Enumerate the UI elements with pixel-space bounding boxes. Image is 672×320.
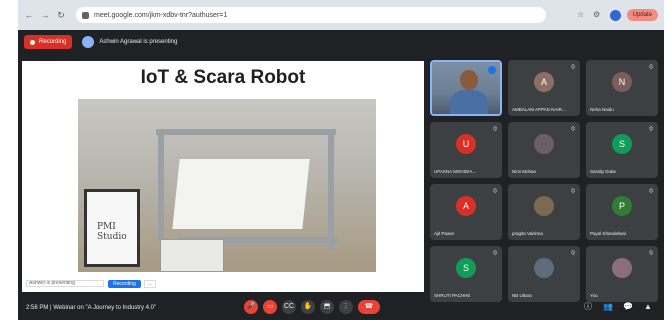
participant-tile[interactable]: A ⦸ AMBALAM APPAN NAIR... [508, 60, 580, 116]
present-now-icon[interactable]: ⬒ [320, 300, 334, 314]
more-options-icon[interactable]: ⋮ [339, 300, 353, 314]
mic-toggle-icon[interactable]: 🎤 [244, 300, 258, 314]
participant-tile[interactable]: U ⦸ UPASNA MOHIDIA... [430, 122, 502, 178]
meet-bottom-bar: 2:58 PM | Webinar on "A Journey to Indus… [18, 296, 664, 320]
participant-tile[interactable]: ⦸ Nimi Mohan [508, 122, 580, 178]
browser-toolbar: ← → ↻ meet.google.com/jkm-xdbv-tnr?authu… [18, 0, 664, 30]
mic-off-icon: ⦸ [571, 64, 575, 70]
participant-tile[interactable]: S ⦸ SHRUTI PACHHE [430, 246, 502, 302]
avatar: S [612, 134, 632, 154]
chat-icon[interactable]: 💬 [622, 301, 634, 313]
forward-icon[interactable]: → [40, 10, 50, 20]
recording-label: Recording [39, 39, 67, 45]
call-controls: 🎤 ▭ CC ✋ ⬒ ⋮ ☎ [244, 300, 385, 314]
controller-box [160, 239, 224, 272]
robot-frame [328, 131, 334, 251]
mic-off-icon: ⦸ [571, 188, 575, 194]
meet-topbar: Recording Ashwin Agrawal is presenting [18, 30, 664, 54]
participant-name: pragita Vaishna [512, 231, 543, 236]
mic-off-icon: ⦸ [493, 250, 497, 256]
avatar: P [612, 196, 632, 216]
present-screen-icon [82, 36, 95, 48]
mic-off-icon: ⦸ [493, 188, 497, 194]
avatar: U [456, 134, 476, 154]
more-options-button[interactable]: ... [143, 279, 156, 288]
url-text: meet.google.com/jkm-xdbv-tnr?authuser=1 [94, 11, 228, 19]
avatar [534, 258, 554, 278]
participant-tile[interactable]: P ⦸ Payal Khandelwal [586, 184, 658, 240]
participant-name: Nimi Mohan [512, 169, 537, 174]
address-bar[interactable]: meet.google.com/jkm-xdbv-tnr?authuser=1 [76, 7, 546, 23]
avatar [612, 258, 632, 278]
meet-window: ← → ↻ meet.google.com/jkm-xdbv-tnr?authu… [18, 0, 664, 320]
presentation-screen: IoT & Scara Robot PMI Studio Ashwin is p… [22, 61, 424, 292]
slide-title: IoT & Scara Robot [140, 67, 306, 88]
host-head [460, 70, 478, 90]
people-icon[interactable]: 👥 [602, 301, 614, 313]
mic-off-icon: ⦸ [571, 126, 575, 132]
mic-off-icon: ⦸ [649, 64, 653, 70]
browser-actions: ☆ ⚙ Update [570, 9, 658, 21]
side-controls: ⓘ 👥 💬 ▲ [574, 301, 654, 313]
avatar: N [612, 72, 632, 92]
mic-off-icon: ⦸ [649, 188, 653, 194]
recording-button[interactable]: Recording [108, 279, 141, 288]
mic-off-icon: ⦸ [493, 126, 497, 132]
participant-name: Sandip Dube [590, 169, 617, 174]
extensions-icon[interactable]: ⚙ [592, 10, 602, 20]
avatar [534, 134, 554, 154]
mic-off-icon: ⦸ [649, 126, 653, 132]
speaking-icon [488, 66, 496, 74]
participant-tile[interactable]: ⦸ pragita Vaishna [508, 184, 580, 240]
participant-tile[interactable]: ⦸ NB Uttara [508, 246, 580, 302]
poster-text: PMI Studio [97, 222, 127, 242]
captions-icon[interactable]: CC [282, 300, 296, 314]
avatar [534, 196, 554, 216]
reload-icon[interactable]: ↻ [56, 10, 66, 20]
back-icon[interactable]: ← [24, 10, 34, 20]
star-icon[interactable]: ☆ [576, 10, 586, 20]
participant-tile-host[interactable] [430, 60, 502, 116]
meeting-info: 2:58 PM | Webinar on "A Journey to Indus… [26, 305, 157, 311]
camera-toggle-icon[interactable]: ▭ [263, 300, 277, 314]
end-call-icon[interactable]: ☎ [358, 300, 380, 314]
participant-tile[interactable]: A ⦸ Ajit Pawar [430, 184, 502, 240]
participant-tile[interactable]: N ⦸ Neha Naidu [586, 60, 658, 116]
mic-off-icon: ⦸ [571, 250, 575, 256]
host-body [450, 90, 488, 114]
update-button[interactable]: Update [626, 9, 658, 21]
raise-hand-icon[interactable]: ✋ [301, 300, 315, 314]
participant-name: Ajit Pawar [434, 231, 455, 236]
participant-tile-self[interactable]: ⦸ You [586, 246, 658, 302]
robot-photo: PMI Studio [78, 99, 376, 272]
robot-frame [158, 131, 164, 241]
robot-workbed [172, 159, 310, 229]
info-icon[interactable]: ⓘ [582, 301, 594, 313]
presentation-controls: Ashwin is presenting Recording ... [26, 279, 156, 288]
avatar: S [456, 258, 476, 278]
presenting-indicator: Ashwin Agrawal is presenting [82, 36, 177, 48]
recording-dot-icon [30, 39, 35, 45]
presentation-caption: Ashwin is presenting [26, 280, 104, 287]
recording-badge: Recording [24, 35, 73, 49]
participant-name: Neha Naidu [590, 107, 614, 112]
avatar: A [534, 72, 554, 92]
avatar: A [456, 196, 476, 216]
participant-name: AMBALAM APPAN NAIR... [512, 107, 566, 112]
participant-name: UPASNA MOHIDIA... [434, 169, 477, 174]
participant-tile[interactable]: S ⦸ Sandip Dube [586, 122, 658, 178]
activities-icon[interactable]: ▲ [642, 301, 654, 313]
lock-icon [82, 11, 89, 19]
mic-off-icon: ⦸ [649, 250, 653, 256]
robot-frame [156, 129, 336, 135]
participant-name: Payal Khandelwal [590, 231, 626, 236]
presenting-text: Ashwin Agrawal is presenting [99, 39, 178, 45]
poster-frame: PMI Studio [84, 189, 140, 267]
profile-avatar[interactable] [609, 9, 621, 21]
